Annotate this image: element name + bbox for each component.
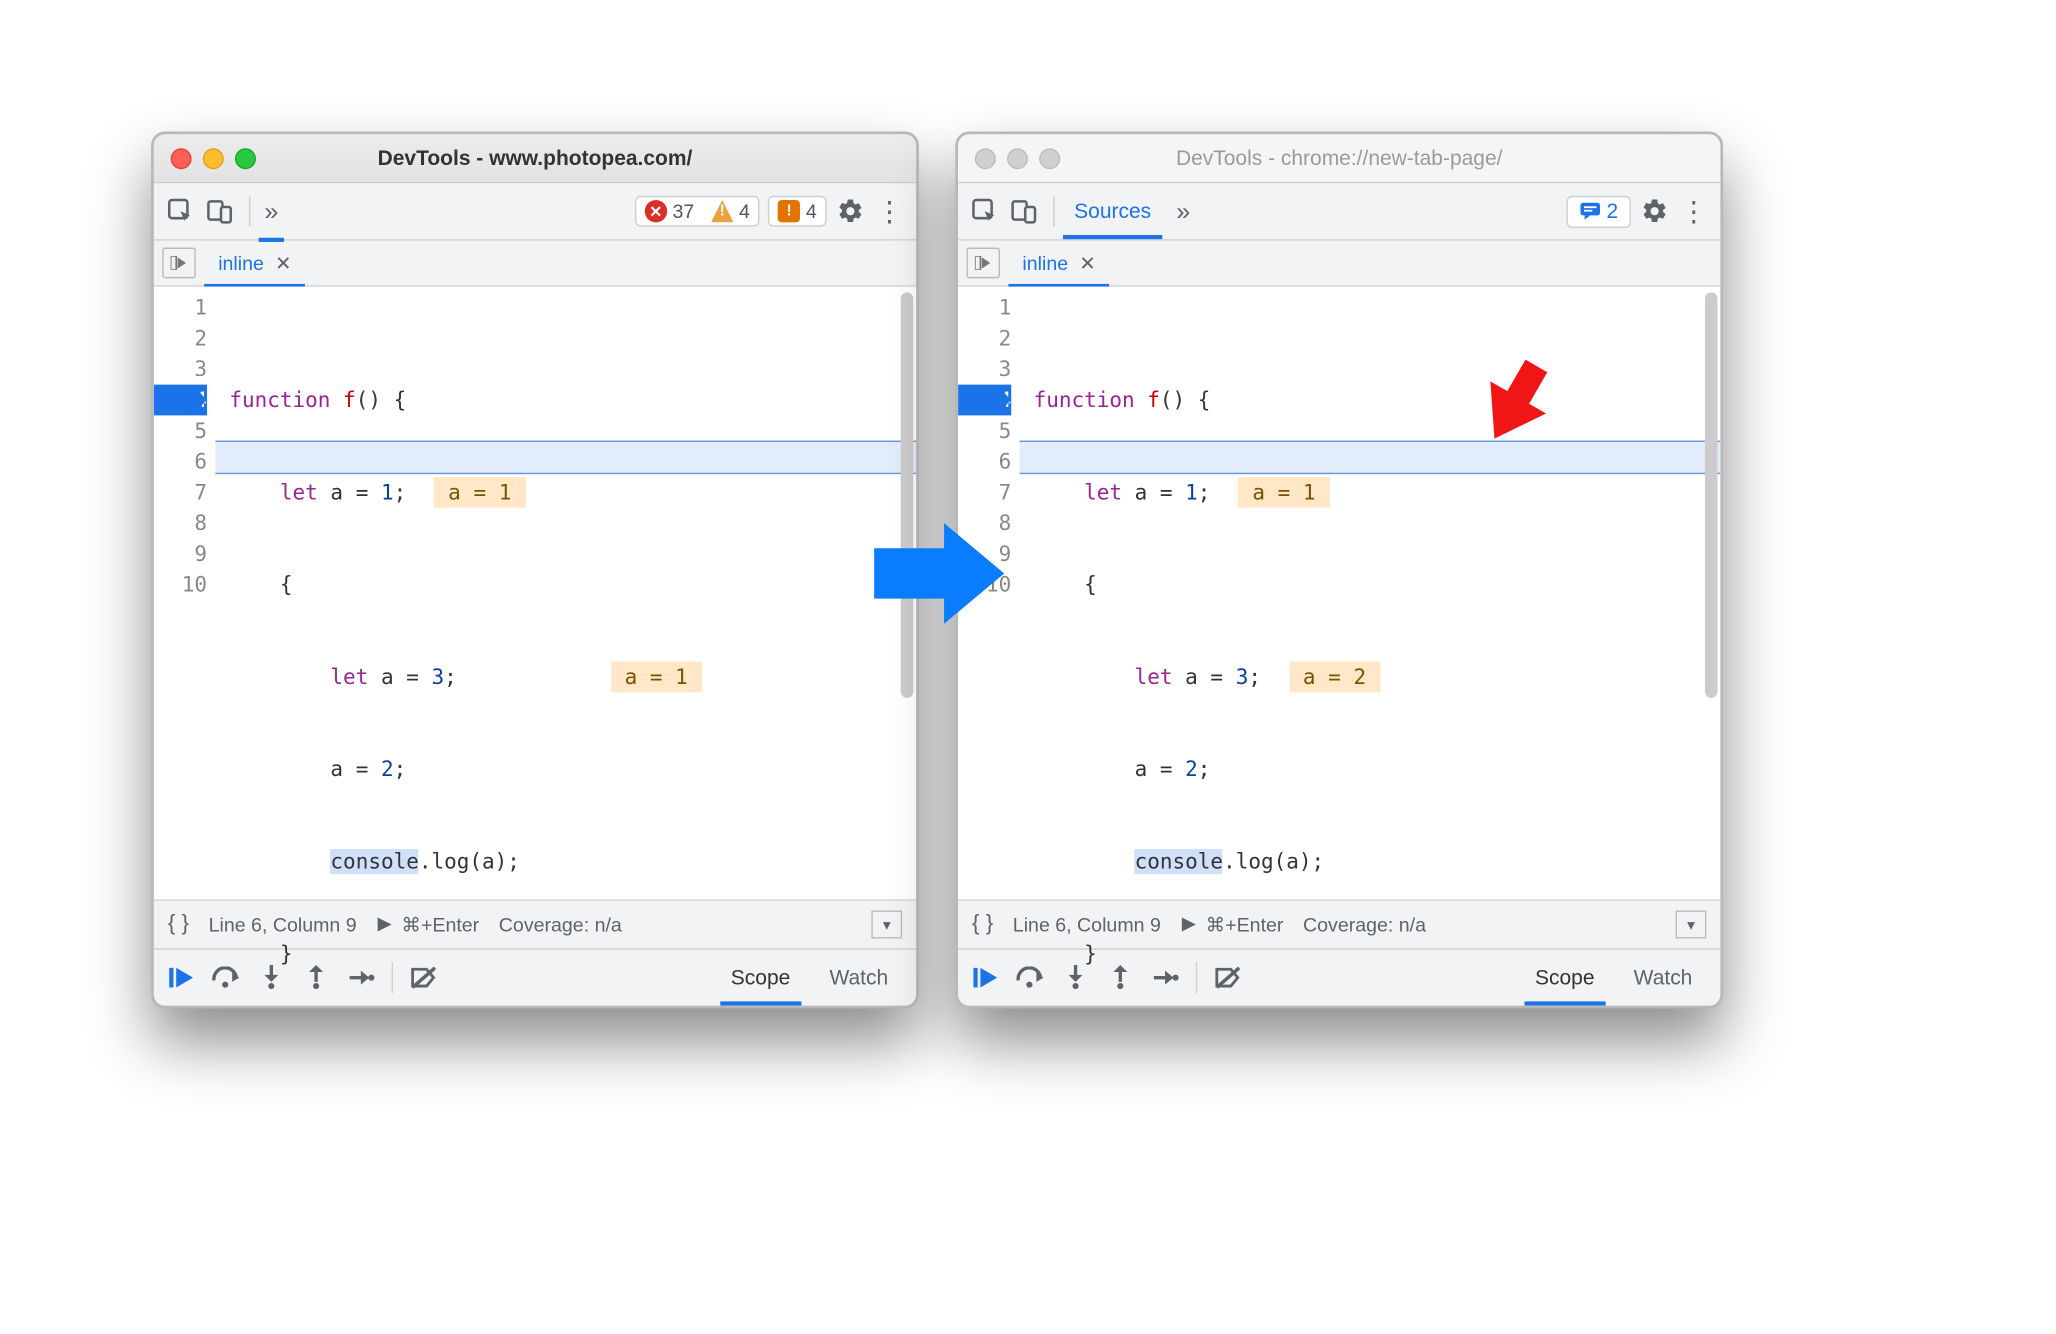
resume-button[interactable] bbox=[966, 958, 1005, 997]
debug-panes: Scope Watch bbox=[711, 950, 908, 1006]
line-number[interactable]: 5 bbox=[154, 415, 207, 446]
debug-panes: Scope Watch bbox=[1515, 950, 1712, 1006]
settings-gear-icon[interactable] bbox=[835, 196, 866, 227]
error-icon: ✕ bbox=[645, 200, 667, 222]
kebab-menu-icon[interactable]: ⋮ bbox=[1678, 196, 1709, 227]
line-number[interactable]: 1 bbox=[154, 292, 207, 323]
source-editor[interactable]: 1 2 3 4 5 6 7 8 9 10 function f() { let … bbox=[154, 287, 916, 900]
warning-icon: ! bbox=[711, 200, 733, 222]
tab-inline[interactable]: inline ✕ bbox=[204, 241, 305, 286]
line-number[interactable]: 2 bbox=[958, 323, 1011, 354]
titlebar[interactable]: DevTools - www.photopea.com/ bbox=[154, 134, 916, 183]
pane-scope[interactable]: Scope bbox=[711, 950, 810, 1006]
inline-value: a = 1 bbox=[1238, 477, 1329, 508]
line-number[interactable]: 6 bbox=[958, 446, 1011, 477]
source-tabbar: inline ✕ bbox=[958, 241, 1720, 287]
issue-icon: ! bbox=[778, 200, 800, 222]
pane-watch[interactable]: Watch bbox=[1614, 950, 1712, 1006]
warnings-count: 4 bbox=[739, 200, 750, 222]
inspect-element-icon[interactable] bbox=[969, 196, 1000, 227]
window-title: DevTools - chrome://new-tab-page/ bbox=[958, 146, 1720, 170]
resume-button[interactable] bbox=[162, 958, 201, 997]
pretty-print-icon[interactable]: { } bbox=[168, 912, 189, 937]
line-number[interactable]: 9 bbox=[154, 538, 207, 569]
inspect-element-icon[interactable] bbox=[165, 196, 196, 227]
separator bbox=[1053, 196, 1054, 227]
main-toolbar: Sources » 2 ⋮ bbox=[958, 183, 1720, 240]
titlebar[interactable]: DevTools - chrome://new-tab-page/ bbox=[958, 134, 1720, 183]
device-toggle-icon[interactable] bbox=[1008, 196, 1039, 227]
status-badges: ✕ 37 ! 4 ! 4 bbox=[635, 196, 827, 227]
line-number-execution[interactable]: 4 bbox=[958, 385, 1011, 416]
messages-badge[interactable]: 2 bbox=[1566, 195, 1631, 227]
scrollbar[interactable] bbox=[901, 292, 914, 698]
device-toggle-icon[interactable] bbox=[204, 196, 235, 227]
message-icon bbox=[1579, 201, 1601, 221]
more-tabs-icon[interactable]: » bbox=[264, 197, 278, 226]
line-number-execution[interactable]: 4 bbox=[154, 385, 207, 416]
execution-line-highlight bbox=[215, 441, 916, 475]
inline-value: a = 1 bbox=[434, 477, 525, 508]
pane-watch[interactable]: Watch bbox=[810, 950, 908, 1006]
tab-sources[interactable]: Sources bbox=[1069, 199, 1157, 223]
separator bbox=[249, 196, 250, 227]
tab-label: inline bbox=[218, 252, 264, 274]
close-tab-icon[interactable]: ✕ bbox=[275, 251, 291, 275]
transition-arrow-icon bbox=[867, 517, 993, 629]
line-number[interactable]: 3 bbox=[154, 354, 207, 385]
main-toolbar: » ✕ 37 ! 4 ! 4 ⋮ bbox=[154, 183, 916, 240]
pretty-print-icon[interactable]: { } bbox=[972, 912, 993, 937]
show-navigator-icon[interactable] bbox=[162, 248, 196, 279]
source-editor[interactable]: 1 2 3 4 5 6 7 8 9 10 function f() { let … bbox=[958, 287, 1720, 900]
issues-badge[interactable]: ! 4 bbox=[768, 196, 826, 227]
annotation-arrow-icon bbox=[1469, 350, 1567, 448]
line-number[interactable]: 2 bbox=[154, 323, 207, 354]
code-body[interactable]: function f() { let a = 1;a = 1 { let a =… bbox=[1020, 287, 1721, 900]
line-number[interactable]: 1 bbox=[958, 292, 1011, 323]
window-title: DevTools - www.photopea.com/ bbox=[154, 146, 916, 170]
line-number[interactable]: 7 bbox=[154, 477, 207, 508]
line-number[interactable]: 5 bbox=[958, 415, 1011, 446]
source-tabbar: inline ✕ bbox=[154, 241, 916, 287]
show-navigator-icon[interactable] bbox=[966, 248, 1000, 279]
errors-count: 37 bbox=[673, 200, 695, 222]
line-number[interactable]: 10 bbox=[154, 569, 207, 600]
line-number[interactable]: 3 bbox=[958, 354, 1011, 385]
line-number[interactable]: 7 bbox=[958, 477, 1011, 508]
issues-count: 4 bbox=[806, 200, 817, 222]
line-number[interactable]: 8 bbox=[154, 508, 207, 539]
line-gutter[interactable]: 1 2 3 4 5 6 7 8 9 10 bbox=[154, 287, 216, 900]
settings-gear-icon[interactable] bbox=[1639, 196, 1670, 227]
errors-warnings-badge[interactable]: ✕ 37 ! 4 bbox=[635, 196, 760, 227]
devtools-window-right: DevTools - chrome://new-tab-page/ Source… bbox=[955, 131, 1723, 1008]
tab-label: inline bbox=[1022, 252, 1068, 274]
inline-value: a = 2 bbox=[1289, 662, 1380, 693]
scrollbar[interactable] bbox=[1705, 292, 1718, 698]
tab-inline[interactable]: inline ✕ bbox=[1008, 241, 1109, 286]
code-body[interactable]: function f() { let a = 1;a = 1 { let a =… bbox=[215, 287, 916, 900]
more-tabs-icon[interactable]: » bbox=[1176, 197, 1190, 226]
inline-value: a = 1 bbox=[611, 662, 702, 693]
line-number[interactable]: 6 bbox=[154, 446, 207, 477]
devtools-window-left: DevTools - www.photopea.com/ » ✕ 37 ! 4 bbox=[151, 131, 919, 1008]
messages-count: 2 bbox=[1607, 199, 1619, 223]
close-tab-icon[interactable]: ✕ bbox=[1079, 251, 1095, 275]
kebab-menu-icon[interactable]: ⋮ bbox=[874, 196, 905, 227]
pane-scope[interactable]: Scope bbox=[1515, 950, 1614, 1006]
execution-line-highlight bbox=[1020, 441, 1721, 475]
